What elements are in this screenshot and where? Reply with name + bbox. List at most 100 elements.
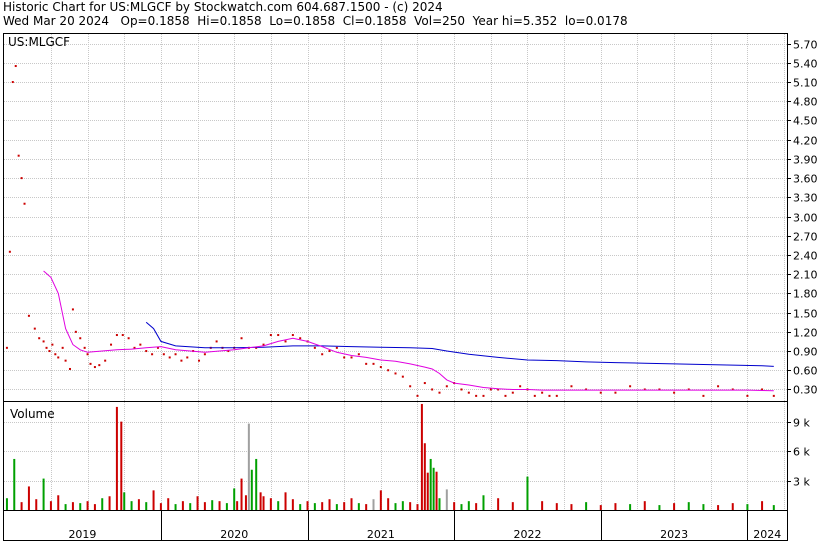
volume-bar (401, 501, 404, 510)
price-mark (127, 337, 130, 340)
price-mark (379, 366, 382, 369)
price-panel-frame (3, 33, 788, 402)
price-mark (467, 391, 470, 394)
volume-bar (365, 504, 368, 510)
volume-bar (49, 501, 52, 510)
price-mark (555, 394, 558, 397)
price-mark (51, 343, 54, 346)
price-mark (372, 362, 375, 365)
price-tick-label: 3.90 (793, 154, 818, 167)
price-mark (68, 367, 71, 370)
volume-bar (387, 498, 390, 510)
volume-bar (321, 502, 324, 510)
volume-bar (460, 504, 463, 510)
price-mark (328, 350, 331, 353)
price-mark (86, 353, 89, 356)
volume-bar (328, 499, 331, 510)
price-mark (570, 385, 573, 388)
price-mark (45, 346, 48, 349)
volume-bar (225, 503, 228, 510)
price-mark (423, 382, 426, 385)
x-tick-label: 2020 (220, 528, 248, 541)
price-mark (79, 337, 82, 340)
volume-bar (313, 503, 316, 510)
price-mark (548, 394, 551, 397)
volume-bar (159, 503, 162, 510)
price-mark (48, 350, 51, 353)
price-tick-label: 3.60 (793, 173, 818, 186)
price-mark (504, 394, 507, 397)
price-mark (71, 308, 74, 311)
volume-bar (86, 501, 89, 510)
volume-bar (71, 502, 74, 510)
volume-bar (306, 501, 309, 510)
volume-bar (687, 502, 690, 510)
price-mark (401, 375, 404, 378)
price-mark (335, 346, 338, 349)
volume-bar (181, 501, 184, 510)
price-tick-label: 2.70 (793, 231, 818, 244)
price-mark (629, 385, 632, 388)
volume-bar (541, 501, 544, 510)
price-tick-label: 1.50 (793, 308, 818, 321)
price-mark (614, 391, 617, 394)
volume-bar (64, 504, 67, 510)
price-mark (277, 334, 280, 337)
volume-bar (101, 498, 104, 510)
volume-bar (438, 498, 441, 510)
volume-bar (585, 502, 588, 510)
volume-bar (27, 486, 30, 510)
volume-bar (511, 502, 514, 510)
volume-bar (445, 489, 448, 510)
price-mark (115, 334, 118, 337)
price-mark (284, 340, 287, 343)
price-mark (673, 391, 676, 394)
price-mark (17, 154, 20, 157)
price-tick-label: 3.30 (793, 192, 818, 205)
volume-bar (255, 458, 258, 510)
volume-bar (35, 499, 38, 510)
volume-bar (409, 502, 412, 510)
price-mark (416, 394, 419, 397)
price-mark (23, 202, 26, 205)
volume-bar (475, 503, 478, 510)
volume-bar (435, 471, 438, 510)
volume-bar (629, 504, 632, 510)
volume-bar (13, 458, 16, 510)
volume-bar (497, 498, 500, 510)
volume-bar (152, 490, 155, 510)
volume-bar (120, 421, 123, 510)
price-mark (350, 356, 353, 359)
price-mark (475, 394, 478, 397)
volume-bar (93, 504, 96, 510)
price-mark (533, 394, 536, 397)
price-mark (38, 337, 41, 340)
volume-bar (555, 503, 558, 510)
volume-bar (717, 505, 720, 510)
price-tick-label: 3.00 (793, 212, 818, 225)
price-mark (98, 364, 101, 367)
volume-bar (599, 505, 602, 510)
volume-bar (702, 504, 705, 510)
price-mark (269, 334, 272, 337)
price-mark (162, 353, 165, 356)
price-mark (702, 394, 705, 397)
volume-bar (145, 502, 148, 510)
price-mark (460, 388, 463, 391)
volume-bar (467, 501, 470, 510)
price-mark (357, 353, 360, 356)
x-tick-label: 2021 (367, 528, 395, 541)
price-tick-label: 5.10 (793, 77, 818, 90)
volume-tick-label: 9 k (793, 417, 810, 430)
volume-bar (394, 503, 397, 510)
x-tick-label: 2022 (513, 528, 541, 541)
price-mark (519, 385, 522, 388)
price-mark (61, 346, 64, 349)
price-tick-label: 4.80 (793, 96, 818, 109)
price-mark (511, 391, 514, 394)
price-mark (299, 337, 302, 340)
price-mark (11, 81, 14, 84)
volume-bar (335, 504, 338, 510)
x-tick-label: 2019 (68, 528, 96, 541)
moving-average-long-line (145, 321, 774, 367)
